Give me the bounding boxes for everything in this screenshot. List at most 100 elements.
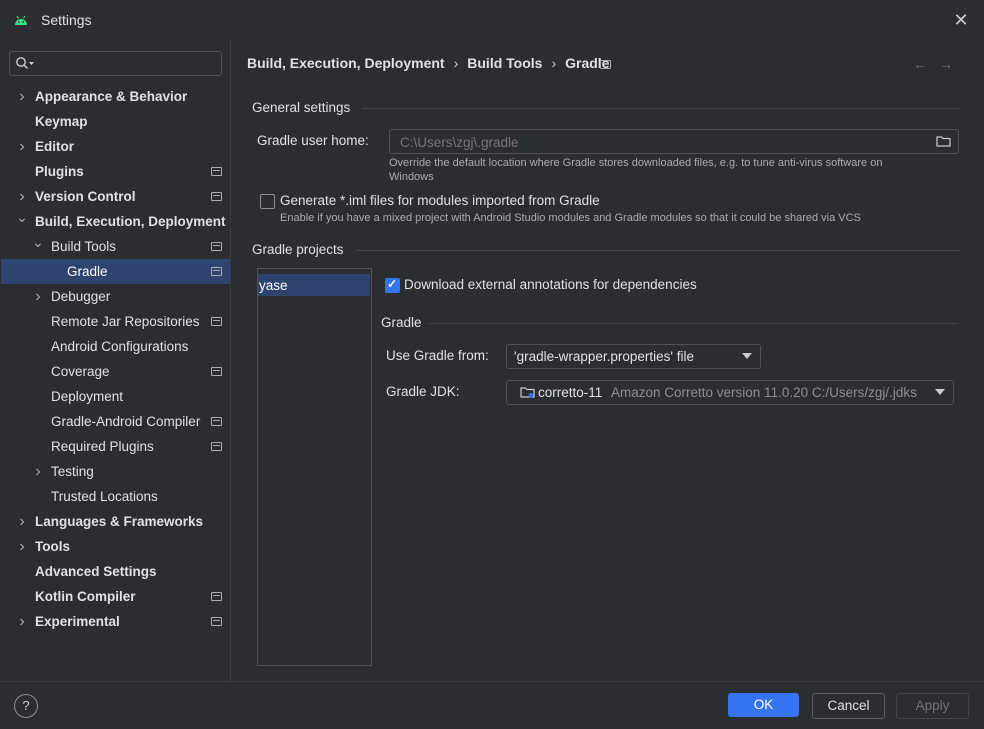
use-gradle-from-label: Use Gradle from: <box>386 348 489 363</box>
ok-button[interactable]: OK <box>728 693 799 717</box>
generate-iml-label[interactable]: Generate *.iml files for modules importe… <box>280 193 600 208</box>
generate-iml-hint: Enable if you have a mixed project with … <box>280 212 861 224</box>
folder-icon[interactable] <box>936 135 951 147</box>
sidebar-item-label: Deployment <box>51 389 124 404</box>
forward-arrow-icon[interactable]: → <box>939 56 965 72</box>
window-title: Settings <box>41 12 92 28</box>
pin-icon <box>211 367 222 376</box>
gradle-user-home-hint-continued: Windows <box>389 171 434 183</box>
sidebar-item-label: Remote Jar Repositories <box>51 314 200 329</box>
sidebar-item[interactable]: Remote Jar Repositories <box>0 309 230 334</box>
pin-icon <box>211 192 222 201</box>
sidebar-item[interactable]: › Experimental <box>0 609 230 634</box>
sidebar-item-label: Keymap <box>35 114 88 129</box>
breadcrumb-separator: › <box>453 55 459 71</box>
gradle-jdk-label: Gradle JDK: <box>386 384 460 399</box>
gradle-user-home-field[interactable] <box>389 129 959 154</box>
sidebar-item[interactable]: Keymap <box>0 109 230 134</box>
chevron-down-icon[interactable]: ⌄ <box>31 230 45 255</box>
sidebar-item-label: Experimental <box>35 614 120 629</box>
chevron-down-icon[interactable]: ⌄ <box>15 205 29 230</box>
section-divider <box>362 108 961 109</box>
sidebar-item-label: Advanced Settings <box>35 564 157 579</box>
cancel-button[interactable]: Cancel <box>812 693 885 719</box>
gradle-subsection-title: Gradle <box>381 315 422 330</box>
breadcrumb-separator: › <box>551 55 557 71</box>
section-divider <box>356 250 961 251</box>
sidebar-item-label: Debugger <box>51 289 111 304</box>
chevron-right-icon[interactable]: › <box>15 534 29 559</box>
sidebar-item[interactable]: Coverage <box>0 359 230 384</box>
search-icon <box>16 57 34 69</box>
pin-icon <box>211 167 222 176</box>
sidebar-item[interactable]: › Testing <box>0 459 230 484</box>
sidebar-item-label: Testing <box>51 464 94 479</box>
chevron-down-icon <box>742 353 752 359</box>
sidebar-item[interactable]: Gradle-Android Compiler <box>0 409 230 434</box>
search-field[interactable] <box>40 54 219 74</box>
gradle-user-home-label: Gradle user home: <box>257 133 369 148</box>
sidebar-item-label: Build, Execution, Deployment <box>35 214 226 229</box>
back-arrow-icon[interactable]: ← <box>913 56 939 72</box>
sidebar-item-label: Trusted Locations <box>51 489 158 504</box>
sidebar-item-label: Coverage <box>51 364 110 379</box>
chevron-down-icon <box>935 389 945 395</box>
help-icon[interactable]: ? <box>14 694 38 718</box>
sidebar-item-label: Required Plugins <box>51 439 154 454</box>
sidebar-item-label: Languages & Frameworks <box>35 514 204 529</box>
sidebar-item[interactable]: › Languages & Frameworks <box>0 509 230 534</box>
project-list-item[interactable]: yase <box>259 278 288 293</box>
general-settings-title: General settings <box>252 100 351 115</box>
sidebar-item[interactable]: › Debugger <box>0 284 230 309</box>
chevron-right-icon[interactable]: › <box>15 134 29 159</box>
sidebar-item[interactable]: › Editor <box>0 134 230 159</box>
breadcrumb: Build, Execution, Deployment › Build Tools… <box>247 55 609 71</box>
sidebar-item[interactable]: ⌄ Build Tools <box>0 234 230 259</box>
sidebar-item[interactable]: › Version Control <box>0 184 230 209</box>
breadcrumb-item[interactable]: Build Tools <box>467 55 542 71</box>
sidebar-item-label: Gradle <box>67 264 108 279</box>
sidebar-item-label: Appearance & Behavior <box>35 89 188 104</box>
sidebar-item[interactable]: › Tools <box>0 534 230 559</box>
chevron-right-icon[interactable]: › <box>15 609 29 634</box>
sidebar-item[interactable]: Gradle <box>0 259 230 284</box>
chevron-right-icon[interactable]: › <box>15 84 29 109</box>
apply-button[interactable]: Apply <box>896 693 969 719</box>
use-gradle-from-value: 'gradle-wrapper.properties' file <box>514 349 694 364</box>
download-annotations-label[interactable]: Download external annotations for depend… <box>404 277 697 292</box>
download-annotations-checkbox[interactable] <box>385 277 400 293</box>
gradle-jdk-dropdown[interactable]: corretto-11 Amazon Corretto version 11.0… <box>506 380 954 405</box>
sidebar-item-label: Tools <box>35 539 70 554</box>
footer-divider <box>0 681 984 682</box>
pin-icon <box>600 60 611 69</box>
sidebar-item[interactable]: Advanced Settings <box>0 559 230 584</box>
sidebar-item-label: Version Control <box>35 189 136 204</box>
chevron-right-icon[interactable]: › <box>15 509 29 534</box>
sidebar-item[interactable]: › Appearance & Behavior <box>0 84 230 109</box>
search-input[interactable] <box>9 51 222 76</box>
gradle-jdk-detail: Amazon Corretto version 11.0.20 C:/Users… <box>611 385 917 400</box>
close-icon[interactable]: ✕ <box>953 8 969 32</box>
chevron-right-icon[interactable]: › <box>31 459 45 484</box>
sidebar-item-label: Editor <box>35 139 74 154</box>
sidebar-item-label: Build Tools <box>51 239 117 254</box>
use-gradle-from-dropdown[interactable]: 'gradle-wrapper.properties' file <box>506 344 761 369</box>
projects-list <box>257 268 372 666</box>
generate-iml-checkbox[interactable] <box>260 194 275 209</box>
pin-icon <box>211 317 222 326</box>
sidebar-item-label: Kotlin Compiler <box>35 589 136 604</box>
breadcrumb-item[interactable]: Build, Execution, Deployment <box>247 55 445 71</box>
sidebar-item[interactable]: Required Plugins <box>0 434 230 459</box>
history-navigation: ←→ <box>913 56 965 72</box>
gradle-user-home-input[interactable] <box>398 133 922 151</box>
jdk-folder-icon <box>520 387 535 398</box>
sidebar-item[interactable]: Deployment <box>0 384 230 409</box>
sidebar-item[interactable]: Plugins <box>0 159 230 184</box>
pin-icon <box>211 242 222 251</box>
pin-icon <box>211 592 222 601</box>
sidebar-item[interactable]: Android Configurations <box>0 334 230 359</box>
sidebar-item-label: Android Configurations <box>51 339 189 354</box>
sidebar-item[interactable]: Trusted Locations <box>0 484 230 509</box>
sidebar-item[interactable]: Kotlin Compiler <box>0 584 230 609</box>
chevron-right-icon[interactable]: › <box>31 284 45 309</box>
